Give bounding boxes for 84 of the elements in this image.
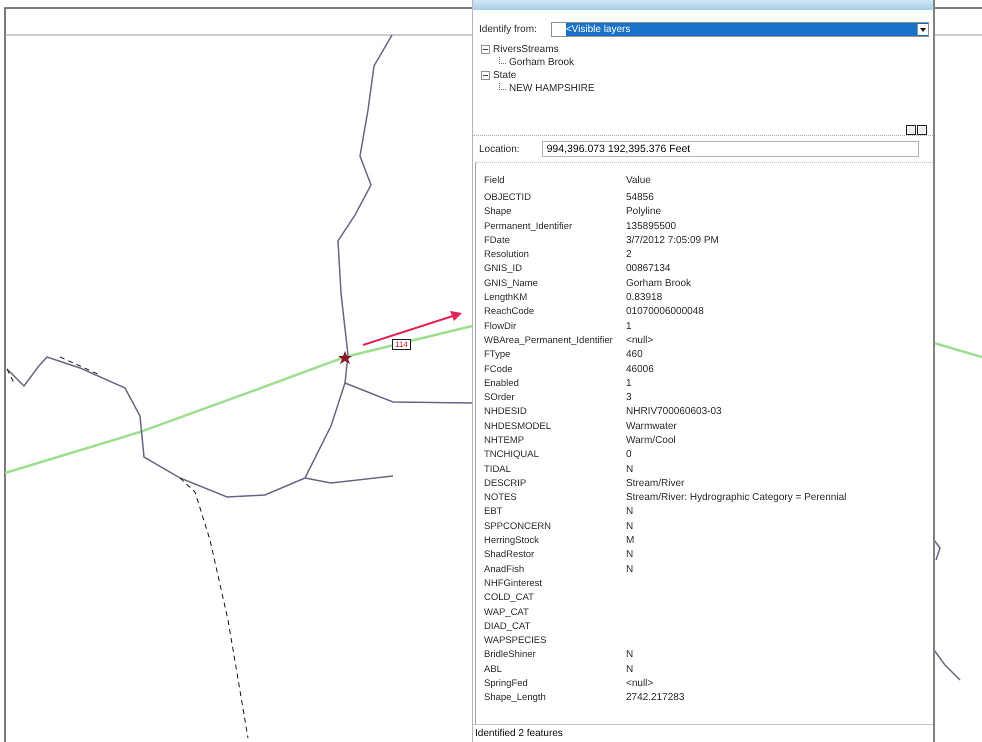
table-cell-text: ShadRestor — [484, 549, 536, 560]
table-cell-text: NOTES — [484, 492, 518, 504]
table-cell-text: Shape — [484, 206, 512, 218]
table-cell-text: FType — [484, 349, 512, 360]
table-cell-text: NHDESMODEL — [484, 420, 552, 432]
location-field[interactable]: 994,396.073 192,395.376 Feet — [542, 141, 919, 157]
table-cell: N — [626, 564, 634, 575]
table-cell-text: COLD_CAT — [484, 592, 535, 604]
table-cell-text: AnadFish — [484, 564, 526, 575]
identify-from-label: Identify from: — [479, 24, 537, 35]
table-cell: Stream/River: Hydrographic Category = Perennial — [626, 492, 846, 504]
table-cell: N — [626, 664, 634, 675]
collapse-icon[interactable] — [481, 71, 490, 80]
table-cell: 1 — [626, 378, 632, 389]
table-cell: Warm/Cool — [626, 434, 676, 446]
table-cell: 2742.217283 — [626, 692, 684, 704]
table-cell: N — [626, 464, 634, 475]
table-cell: Gorham Brook — [626, 278, 692, 289]
status-text: Identified 2 features — [473, 724, 933, 742]
table-cell: 0 — [626, 449, 632, 460]
table-cell-text: SPPCONCERN — [484, 520, 552, 532]
table-cell-text: DESCRIP — [484, 478, 528, 489]
tree-item[interactable]: RiversStreams — [493, 44, 559, 55]
tree-item[interactable]: State — [493, 70, 516, 81]
table-cell-text: FCode — [484, 364, 514, 374]
dropdown-caret-icon[interactable] — [917, 24, 928, 35]
table-cell: 00867134 — [626, 263, 670, 274]
table-cell: M — [626, 535, 634, 546]
table-cell-text: FDate — [484, 234, 511, 246]
table-cell-text: Shape_Length — [484, 692, 547, 704]
table-cell-text: TIDAL — [484, 464, 512, 475]
table-cell: NHRIV700060603-03 — [626, 406, 722, 418]
table-cell-text: LengthKM — [484, 292, 528, 304]
table-cell: 46006 — [626, 364, 654, 374]
table-cell: 3 — [626, 392, 632, 404]
tree-item[interactable]: Gorham Brook — [509, 57, 574, 68]
dropdown-value: <Visible layers — [566, 24, 632, 35]
layer-dropdown[interactable]: <Visible layers — [550, 22, 929, 37]
table-cell: Polyline — [626, 206, 662, 218]
table-cell-text: GNIS_ID — [484, 263, 524, 274]
column-header: Value — [626, 174, 651, 186]
table-cell: N — [626, 549, 634, 560]
map-label: 114 — [392, 339, 411, 350]
table-cell: N — [626, 649, 634, 660]
table-cell-text: ABL — [484, 664, 503, 675]
table-cell-text: Enabled — [484, 378, 520, 389]
table-cell-text: DIAD_CAT — [484, 620, 532, 632]
table-cell: N — [626, 506, 634, 518]
table-cell: 135895500 — [626, 220, 676, 232]
table-cell: 54856 — [626, 192, 654, 203]
table-cell-text: WAP_CAT — [484, 606, 530, 618]
table-cell: 1 — [626, 320, 632, 332]
table-cell-text: ReachCode — [484, 306, 536, 318]
table-cell-text: Permanent_Identifier — [484, 220, 574, 232]
collapse-icon[interactable] — [481, 45, 490, 54]
table-cell: N — [626, 520, 634, 532]
table-cell-text: OBJECTID — [484, 192, 532, 203]
location-label: Location: — [479, 144, 520, 154]
table-cell-text: TNCHIQUAL — [484, 449, 540, 460]
table-cell-text: BridleShiner — [484, 649, 537, 660]
table-cell: 01070006000048 — [626, 306, 704, 318]
table-cell: Warmwater — [626, 420, 677, 432]
table-cell: 2 — [626, 249, 632, 260]
table-cell-text: NHFGinterest — [484, 578, 544, 589]
table-cell-text: WBArea_Permanent_Identifier — [484, 334, 614, 346]
table-cell-text: HerringStock — [484, 535, 540, 546]
tree-item[interactable]: NEW HAMPSHIRE — [509, 83, 595, 94]
table-cell-text: NHDESID — [484, 406, 528, 418]
table-cell-text: Resolution — [484, 249, 530, 260]
table-cell: 460 — [626, 349, 643, 360]
column-header: Field — [484, 174, 506, 186]
star-icon — [338, 351, 352, 364]
table-cell: <null> — [626, 678, 654, 690]
table-cell-text: FlowDir — [484, 320, 518, 332]
table-cell: 0.83918 — [626, 292, 662, 304]
table-cell: <null> — [626, 334, 654, 346]
table-cell: Stream/River — [626, 478, 684, 489]
table-cell-text: SpringFed — [484, 678, 529, 690]
table-cell-text: NHTEMP — [484, 434, 526, 446]
table-cell-text: SOrder — [484, 392, 516, 404]
table-cell-text: WAPSPECIES — [484, 635, 548, 646]
table-cell: 3/7/2012 7:05:09 PM — [626, 234, 719, 246]
table-cell-text: GNIS_Name — [484, 278, 539, 289]
table-cell-text: EBT — [484, 506, 504, 518]
